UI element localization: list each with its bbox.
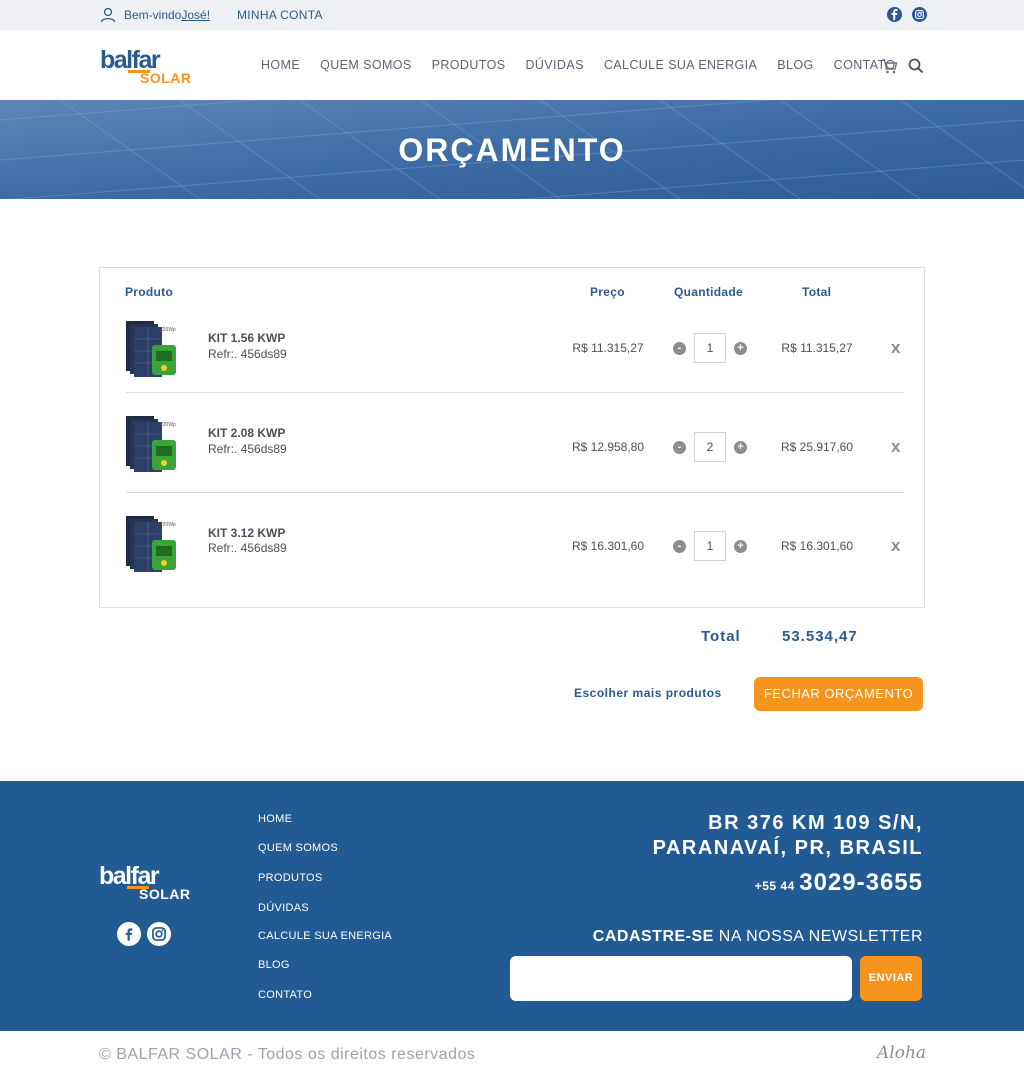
product-name: KIT 2.08 KWP (208, 426, 286, 440)
footer-nav-contato[interactable]: CONTATO (258, 989, 312, 1001)
product-name: KIT 1.56 KWP (208, 331, 286, 345)
main-header: balfar SOLAR HOME QUEM SOMOS PRODUTOS DÚ… (0, 30, 1024, 100)
solar-kit-thumbnail: 220Wp (126, 321, 176, 377)
qty-input[interactable]: 2 (694, 432, 726, 462)
user-icon (100, 7, 116, 23)
phone-number: 3029-3655 (799, 869, 923, 896)
product-price: R$ 16.301,60 (571, 539, 645, 553)
cart-total-label: Total (701, 628, 741, 645)
svg-text:220Wp: 220Wp (160, 422, 176, 428)
welcome-text: Bem-vindo (124, 8, 182, 22)
nav-quem-somos[interactable]: QUEM SOMOS (320, 58, 412, 72)
product-price: R$ 11.315,27 (572, 341, 644, 355)
footer-nav-blog[interactable]: BLOG (258, 959, 290, 971)
nav-home[interactable]: HOME (261, 58, 300, 72)
nav-blog[interactable]: BLOG (777, 58, 813, 72)
address-line-2: PARANAVAÍ, PR, BRASIL (652, 837, 923, 859)
solar-kit-thumbnail: 220Wp (126, 416, 176, 472)
qty-input[interactable]: 1 (694, 333, 726, 363)
product-ref: Refr:. 456ds89 (208, 541, 287, 555)
newsletter-heading-rest: NA NOSSA NEWSLETTER (713, 928, 923, 945)
solar-kit-thumbnail: 220Wp (126, 516, 176, 572)
agency-credit-logo[interactable]: Aloha (877, 1043, 926, 1063)
phone-ddd: +55 44 (754, 879, 795, 893)
newsletter-heading: CADASTRE-SE NA NOSSA NEWSLETTER (593, 928, 923, 946)
balfar-solar-logo-footer[interactable]: balfar SOLAR (99, 864, 200, 900)
qty-increase-button[interactable]: + (734, 540, 747, 553)
address-line-1: BR 376 KM 109 S/N, (708, 812, 923, 834)
footer-nav-calcule-energia[interactable]: CALCULE SUA ENERGIA (258, 930, 392, 942)
search-icon[interactable] (908, 58, 924, 74)
qty-input[interactable]: 1 (694, 531, 726, 561)
product-ref: Refr:. 456ds89 (208, 442, 287, 456)
instagram-icon[interactable] (147, 922, 171, 946)
cart-total-value: 53.534,47 (782, 628, 858, 645)
nav-calcule-energia[interactable]: CALCULE SUA ENERGIA (604, 58, 757, 72)
nav-duvidas[interactable]: DÚVIDAS (525, 58, 583, 72)
main-nav: HOME QUEM SOMOS PRODUTOS DÚVIDAS CALCULE… (261, 58, 895, 72)
qty-increase-button[interactable]: + (734, 342, 747, 355)
top-socials (887, 7, 927, 22)
svg-text:220Wp: 220Wp (160, 522, 176, 528)
facebook-icon[interactable] (117, 922, 141, 946)
footer-socials (117, 922, 171, 946)
footer: balfar SOLAR HOME QUEM SOMOS PRODUTOS DÚ… (0, 781, 1024, 1031)
cart-icon[interactable] (881, 58, 898, 74)
instagram-icon[interactable] (912, 7, 927, 22)
top-bar: Bem-vindo José! MINHA CONTA (0, 0, 1024, 30)
close-quote-button[interactable]: FECHAR ORÇAMENTO (754, 677, 923, 711)
qty-decrease-button[interactable]: - (673, 342, 686, 355)
remove-item-button[interactable]: x (891, 437, 900, 457)
line-total: R$ 25.917,60 (780, 440, 854, 454)
remove-item-button[interactable]: x (891, 338, 900, 358)
user-name-link[interactable]: José! (181, 8, 210, 22)
cart-row: 220Wp KIT 1.56 KWP Refr:. 456ds89 R$ 11.… (126, 293, 904, 393)
svg-text:SOLAR: SOLAR (140, 70, 192, 84)
qty-decrease-button[interactable]: - (673, 441, 686, 454)
qty-increase-button[interactable]: + (734, 441, 747, 454)
phone: +55 44 3029-3655 (755, 869, 923, 897)
footer-nav-quem-somos[interactable]: QUEM SOMOS (258, 842, 338, 854)
my-account-link[interactable]: MINHA CONTA (237, 8, 323, 22)
svg-text:220Wp: 220Wp (160, 327, 176, 333)
footer-nav-duvidas[interactable]: DÚVIDAS (258, 902, 309, 914)
product-ref: Refr:. 456ds89 (208, 347, 287, 361)
newsletter-email-input[interactable] (510, 956, 852, 1001)
page-banner: ORÇAMENTO (0, 100, 1024, 199)
product-name: KIT 3.12 KWP (208, 526, 286, 540)
cart-row: 220Wp KIT 2.08 KWP Refr:. 456ds89 R$ 12.… (126, 393, 904, 493)
welcome-user: Bem-vindo José! (100, 7, 210, 23)
copyright: © BALFAR SOLAR - Todos os direitos reser… (99, 1046, 476, 1063)
product-price: R$ 12.958,80 (571, 440, 645, 454)
newsletter-heading-bold: CADASTRE-SE (592, 928, 714, 945)
page-title: ORÇAMENTO (398, 132, 626, 168)
cart-row: 220Wp KIT 3.12 KWP Refr:. 456ds89 R$ 16.… (126, 493, 904, 593)
remove-item-button[interactable]: x (891, 536, 900, 556)
qty-decrease-button[interactable]: - (673, 540, 686, 553)
line-total: R$ 11.315,27 (781, 341, 853, 355)
footer-nav-produtos[interactable]: PRODUTOS (258, 872, 323, 884)
facebook-icon[interactable] (887, 7, 902, 22)
choose-more-products-link[interactable]: Escolher mais produtos (574, 686, 722, 700)
nav-produtos[interactable]: PRODUTOS (432, 58, 506, 72)
newsletter-submit-button[interactable]: ENVIAR (860, 956, 922, 1001)
footer-nav-home[interactable]: HOME (258, 813, 292, 825)
balfar-solar-logo[interactable]: balfar SOLAR (100, 48, 202, 84)
cart-table: Produto Preço Quantidade Total 220Wp KIT… (99, 267, 925, 608)
svg-text:SOLAR: SOLAR (139, 886, 191, 900)
line-total: R$ 16.301,60 (780, 539, 854, 553)
